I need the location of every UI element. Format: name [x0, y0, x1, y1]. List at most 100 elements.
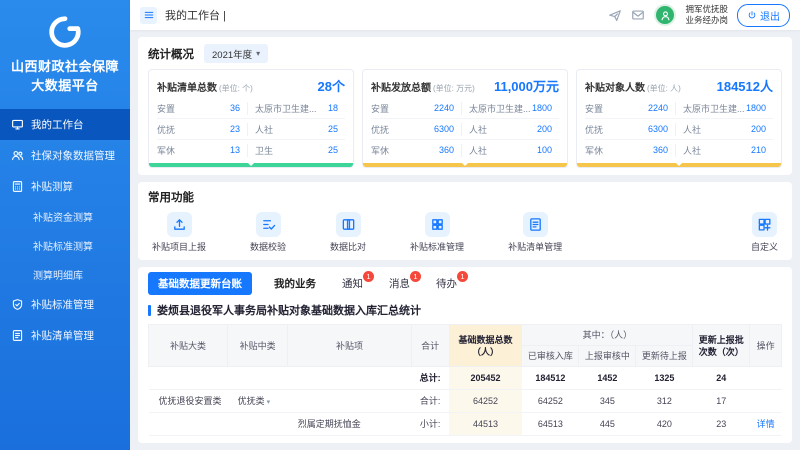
ledger-tab[interactable]: 消息1 — [389, 276, 410, 291]
stat-label: 太原市卫生建... — [683, 102, 745, 115]
year-selector-value: 2021年度 — [212, 47, 252, 61]
stat-value: 6300 — [648, 124, 675, 134]
function-list: 补贴项目上报数据校验 数据比对 补贴标准管理 补贴清单管理 — [152, 212, 562, 253]
table-cell: 312 — [636, 390, 693, 413]
ledger-section: 基础数据更新台账 我的业务通知1消息1待办1 娄烦县退役军人事务局补贴对象基础数… — [138, 267, 792, 443]
workbench-icon — [11, 118, 24, 131]
mail-icon[interactable] — [631, 8, 645, 22]
table-cell: 345 — [579, 390, 636, 413]
brand-line2: 大数据平台 — [0, 77, 130, 96]
function-button[interactable]: 补贴清单管理 — [508, 212, 562, 253]
sidebar-item[interactable]: 补贴标准管理 — [0, 289, 130, 320]
avatar[interactable] — [654, 4, 676, 26]
stat-label: 太原市卫生建... — [255, 102, 317, 115]
detail-link[interactable]: 详情 — [757, 419, 775, 429]
function-button[interactable]: 补贴项目上报 — [152, 212, 206, 253]
ledger-tab[interactable]: 通知1 — [342, 276, 363, 291]
people-icon — [11, 149, 24, 162]
stat-card-rows: 安置2240太原市卫生建...1800优抚6300人社200军休360人社210 — [585, 98, 773, 160]
stat-label: 人社 — [683, 123, 701, 136]
stat-pair: 优抚6300 — [585, 123, 675, 136]
stat-pair: 优抚6300 — [371, 123, 461, 136]
sidebar-subitem[interactable]: 测算明细库 — [0, 260, 130, 289]
main-area: 我的工作台 | 拥军优抚股 业务经办岗 退出 统计概况 2021年度 ▾ — [130, 0, 800, 450]
sidebar: 山西财政社会保障 大数据平台 我的工作台社保对象数据管理补贴测算补贴资金测算补贴… — [0, 0, 130, 450]
tab-label: 通知 — [342, 278, 363, 290]
sidebar-item[interactable]: 补贴清单管理 — [0, 320, 130, 351]
grid-icon — [425, 212, 450, 237]
sidebar-subitem[interactable]: 补贴资金测算 — [0, 202, 130, 231]
stat-pair: 人社25 — [247, 123, 345, 136]
stat-card-list-count: 补贴清单总数 (单位: 个) 28个 安置36太原市卫生建...18优抚23人社… — [148, 69, 354, 168]
platform-logo — [0, 0, 130, 58]
page-title: 我的工作台 | — [165, 7, 226, 23]
stat-value: 36 — [230, 103, 247, 113]
table-cell: 1452 — [579, 367, 636, 390]
title-accent-bar — [148, 305, 151, 316]
col-header-batch: 更新上报批次数（次） — [693, 325, 750, 367]
stat-value: 2240 — [648, 103, 675, 113]
table-row: 烈属定期抚恤金小计:445136451344542023详情 — [149, 413, 782, 436]
function-label: 数据比对 — [330, 240, 366, 253]
stat-pair: 太原市卫生建...1800 — [461, 102, 559, 115]
sidebar-subitem[interactable]: 补贴标准测算 — [0, 231, 130, 260]
content: 统计概况 2021年度 ▾ 补贴清单总数 (单位: 个) 28个 安置36太原市… — [130, 30, 800, 450]
function-label: 补贴标准管理 — [410, 240, 464, 253]
stat-row: 安置 36太原市卫生建...18 — [157, 98, 345, 118]
year-selector[interactable]: 2021年度 ▾ — [204, 44, 268, 63]
table-cell: 总计: — [411, 367, 449, 390]
table-cell: 420 — [636, 413, 693, 436]
stat-label: 人社 — [469, 123, 487, 136]
tab-label: 待办 — [436, 278, 457, 290]
col-header-base-total: 基础数据总数（人） — [449, 325, 522, 367]
table-cell: 44513 — [449, 413, 522, 436]
col-header-mid: 补贴中类 — [228, 325, 288, 367]
customize-button[interactable]: 自定义 — [751, 212, 778, 253]
stat-label: 安置 — [157, 102, 175, 115]
logout-label: 退出 — [760, 8, 780, 23]
function-button[interactable]: 补贴标准管理 — [410, 212, 464, 253]
table-row: 总计:2054521845121452132524 — [149, 367, 782, 390]
ledger-chip[interactable]: 基础数据更新台账 — [148, 272, 252, 295]
function-button[interactable]: 数据比对 — [330, 212, 366, 253]
ledger-tab[interactable]: 待办1 — [436, 276, 457, 291]
stat-pair: 太原市卫生建...18 — [247, 102, 345, 115]
table-cell: 17 — [693, 390, 750, 413]
stat-row: 优抚23人社25 — [157, 118, 345, 139]
table-cell: 小计: — [411, 413, 449, 436]
stat-value: 1800 — [746, 103, 773, 113]
stat-row: 军休360人社210 — [585, 139, 773, 160]
stat-label: 优抚 — [157, 123, 175, 136]
stat-value: 360 — [439, 145, 461, 155]
function-button[interactable]: 数据校验 — [250, 212, 286, 253]
ledger-tab[interactable]: 我的业务 — [274, 276, 316, 291]
stat-row: 优抚6300人社200 — [371, 118, 559, 139]
card-accent-bar — [577, 163, 781, 167]
user-info: 拥军优抚股 业务经办岗 — [685, 4, 728, 26]
document-icon — [523, 212, 548, 237]
stat-value: 25 — [328, 145, 345, 155]
sidebar-item-label: 补贴测算 — [31, 179, 73, 194]
stat-card-people: 补贴对象人数 (单位: 人) 184512人 安置2240太原市卫生建...18… — [576, 69, 782, 168]
send-icon[interactable] — [608, 8, 622, 22]
functions-section: 常用功能 补贴项目上报数据校验数据比对补贴标准管理补贴清单管理 自定义 — [138, 182, 792, 260]
table-cell — [750, 367, 782, 390]
sidebar-item-label: 我的工作台 — [31, 117, 84, 132]
logout-button[interactable]: 退出 — [737, 4, 790, 27]
stat-pair: 人社210 — [675, 144, 773, 157]
sidebar-item[interactable]: 补贴测算 — [0, 171, 130, 202]
menu-toggle-icon[interactable] — [140, 7, 157, 24]
col-header-action: 操作 — [750, 325, 782, 367]
check-list-icon — [256, 212, 281, 237]
dropdown-caret-icon[interactable]: ▾ — [265, 399, 270, 406]
function-label: 数据校验 — [250, 240, 286, 253]
sidebar-item-label: 社保对象数据管理 — [31, 148, 115, 163]
stat-pair: 安置2240 — [371, 102, 461, 115]
sidebar-item[interactable]: 社保对象数据管理 — [0, 140, 130, 171]
stat-card-rows: 安置36太原市卫生建...18优抚23人社25军休13卫生25 — [157, 98, 345, 160]
stat-label: 人社 — [469, 144, 487, 157]
col-header-reviewed: 已审核入库 — [522, 346, 579, 367]
stat-pair: 军休13 — [157, 144, 247, 157]
col-header-item: 补贴项 — [288, 325, 411, 367]
sidebar-item[interactable]: 我的工作台 — [0, 109, 130, 140]
